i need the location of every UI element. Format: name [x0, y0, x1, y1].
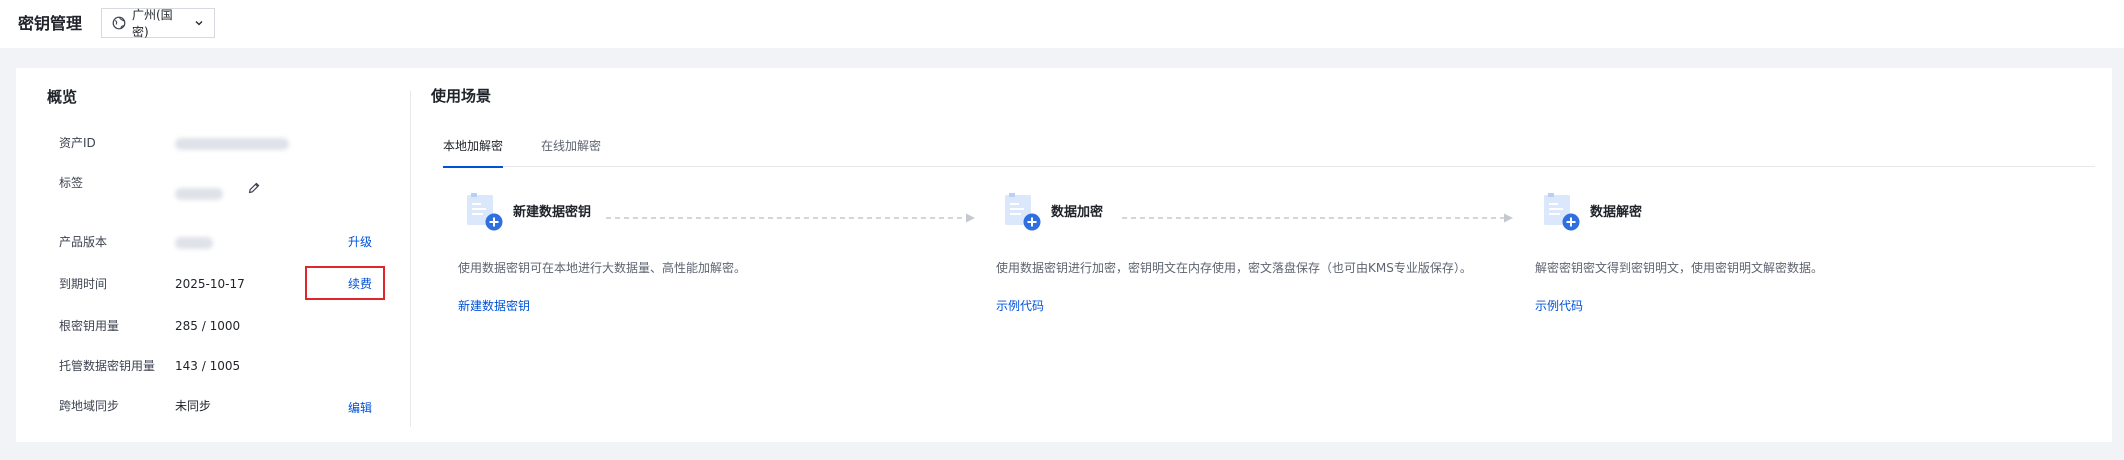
upgrade-link[interactable]: 升级 — [348, 232, 372, 252]
asset-id-label: 资产ID — [59, 136, 96, 150]
data-encryption-icon — [1005, 193, 1041, 231]
edit-tags-pencil-icon[interactable] — [247, 181, 261, 195]
scene-tabs: 本地加解密 在线加解密 — [443, 133, 2095, 168]
decryption-sample-code-link[interactable]: 示例代码 — [1535, 297, 1583, 315]
step-description: 使用数据密钥可在本地进行大数据量、高性能加解密。 — [458, 261, 747, 275]
encryption-sample-code-link[interactable]: 示例代码 — [996, 297, 1044, 315]
renew-highlight-box — [305, 266, 385, 300]
create-data-key-link[interactable]: 新建数据密钥 — [458, 297, 530, 315]
asset-id-value — [175, 133, 289, 153]
root-key-usage-label: 根密钥用量 — [59, 319, 120, 333]
top-bar: 密钥管理 广州(国密) — [0, 0, 2124, 48]
step-data-decryption: 数据解密 解密密钥密文得到密钥明文，使用密钥明文解密数据。 示例代码 — [1535, 192, 2055, 392]
data-key-usage-label: 托管数据密钥用量 — [59, 359, 156, 373]
globe-icon — [112, 16, 126, 30]
region-label: 广州(国密) — [132, 8, 173, 39]
section-divider — [410, 91, 411, 427]
page-title: 密钥管理 — [18, 14, 83, 33]
step-title: 新建数据密钥 — [513, 205, 592, 220]
tab-online-encryption[interactable]: 在线加解密 — [541, 133, 601, 167]
edit-sync-link[interactable]: 编辑 — [348, 398, 372, 418]
create-data-key-icon — [467, 193, 503, 231]
chevron-down-icon — [195, 21, 203, 26]
tab-local-encryption[interactable]: 本地加解密 — [443, 133, 503, 168]
tags-label: 标签 — [59, 176, 84, 190]
region-selector[interactable]: 广州(国密) — [101, 8, 215, 39]
step-title: 数据解密 — [1590, 205, 1643, 220]
step-title: 数据加密 — [1051, 205, 1104, 220]
overview-title: 概览 — [47, 88, 78, 106]
flow-arrow-1 — [606, 213, 975, 223]
data-key-usage-value: 143 / 1005 — [175, 359, 241, 373]
root-key-usage-value: 285 / 1000 — [175, 319, 241, 333]
data-decryption-icon — [1544, 193, 1580, 231]
product-version-value — [175, 232, 213, 252]
step-description: 使用数据密钥进行加密，密钥明文在内存使用，密文落盘保存（也可由KMS专业版保存）… — [996, 261, 1472, 275]
expiry-value: 2025-10-17 — [175, 277, 245, 291]
expiry-label: 到期时间 — [59, 277, 108, 291]
tags-value — [175, 183, 223, 203]
flow-arrow-2 — [1122, 213, 1513, 223]
cross-region-sync-label: 跨地域同步 — [59, 399, 120, 413]
product-version-label: 产品版本 — [59, 235, 108, 249]
usage-scenes-title: 使用场景 — [431, 87, 492, 105]
kms-overview-card: 概览 资产ID 标签 产品版本 升级 到期时间 2025-10-17 续费 根密… — [16, 68, 2112, 442]
step-description: 解密密钥密文得到密钥明文，使用密钥明文解密数据。 — [1535, 261, 1824, 275]
cross-region-sync-value: 未同步 — [175, 399, 212, 413]
